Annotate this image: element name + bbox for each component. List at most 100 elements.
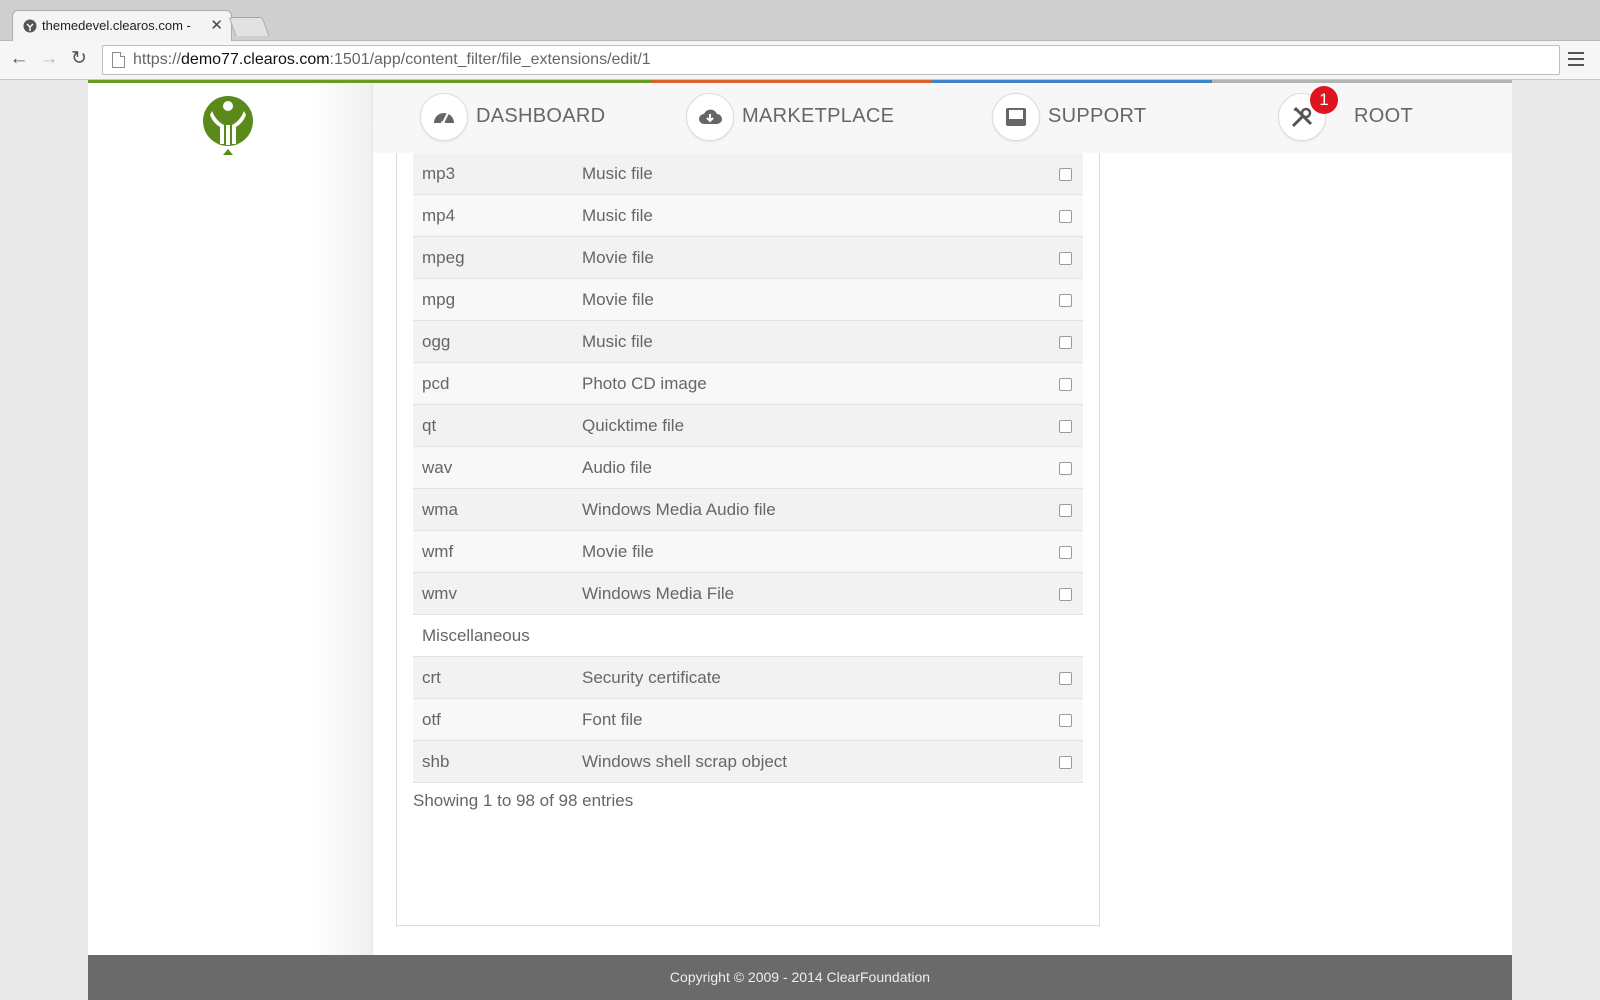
browser-tab[interactable]: themedevel.clearos.com - ✕ [12, 10, 232, 41]
category-label: Miscellaneous [413, 614, 1083, 657]
nav-root-label: ROOT [1354, 105, 1413, 127]
browser-menu-icon[interactable] [1568, 52, 1584, 66]
clearos-favicon-icon [23, 19, 37, 33]
description-cell: Music file [582, 153, 1047, 195]
select-cell [1047, 572, 1083, 615]
top-navigation: DASHBOARD MARKETPLACE SUPPORT 1 ROOT [373, 83, 1512, 153]
extension-cell: wma [413, 488, 582, 531]
extension-checkbox[interactable] [1058, 713, 1072, 727]
extension-cell: mpg [413, 278, 582, 321]
extension-checkbox[interactable] [1058, 503, 1072, 517]
sidebar [88, 83, 373, 955]
select-cell [1047, 530, 1083, 573]
table-row: wma Windows Media Audio file [413, 488, 1083, 531]
extension-cell: ogg [413, 320, 582, 363]
select-cell [1047, 236, 1083, 279]
footer: Copyright © 2009 - 2014 ClearFoundation [88, 955, 1512, 1000]
description-cell: Font file [582, 698, 1047, 741]
select-cell [1047, 153, 1083, 195]
description-cell: Quicktime file [582, 404, 1047, 447]
forward-arrow-icon[interactable]: → [38, 48, 60, 70]
table-row: mp3 Music file [413, 153, 1083, 195]
cloud-download-icon [686, 93, 734, 141]
description-cell: Photo CD image [582, 362, 1047, 405]
description-cell: Music file [582, 320, 1047, 363]
extension-cell: shb [413, 740, 582, 783]
extension-cell: wav [413, 446, 582, 489]
description-cell: Windows Media File [582, 572, 1047, 615]
description-cell: Music file [582, 194, 1047, 237]
table-info: Showing 1 to 98 of 98 entries [413, 791, 634, 810]
description-cell: Security certificate [582, 656, 1047, 699]
table-row: mpg Movie file [413, 278, 1083, 321]
clearos-logo-icon[interactable] [202, 95, 254, 159]
notification-badge[interactable]: 1 [1310, 86, 1338, 114]
select-cell [1047, 404, 1083, 447]
select-cell [1047, 488, 1083, 531]
address-url[interactable]: https://demo77.clearos.com:1501/app/cont… [133, 51, 651, 69]
new-tab-button[interactable] [228, 17, 270, 36]
select-cell [1047, 698, 1083, 741]
table-row: crt Security certificate [413, 656, 1083, 699]
extension-checkbox[interactable] [1058, 293, 1072, 307]
table-row: ogg Music file [413, 320, 1083, 363]
page: DASHBOARD MARKETPLACE SUPPORT 1 ROOT mp3… [88, 80, 1512, 955]
extension-checkbox[interactable] [1058, 167, 1072, 181]
extension-cell: qt [413, 404, 582, 447]
extension-cell: otf [413, 698, 582, 741]
extension-cell: mpeg [413, 236, 582, 279]
extension-cell: crt [413, 656, 582, 699]
extension-cell: wmv [413, 572, 582, 615]
nav-dashboard-label: DASHBOARD [476, 105, 606, 127]
select-cell [1047, 446, 1083, 489]
extension-checkbox[interactable] [1058, 587, 1072, 601]
description-cell: Movie file [582, 530, 1047, 573]
nav-marketplace-label: MARKETPLACE [742, 105, 895, 127]
file-extensions-panel: mp3 Music file mp4 Music file mpeg Movie file… [396, 153, 1100, 926]
select-cell [1047, 278, 1083, 321]
extension-checkbox[interactable] [1058, 419, 1072, 433]
extension-checkbox[interactable] [1058, 461, 1072, 475]
table-row: mp4 Music file [413, 194, 1083, 237]
description-cell: Windows Media Audio file [582, 488, 1047, 531]
extension-checkbox[interactable] [1058, 671, 1072, 685]
dashboard-gauge-icon [420, 93, 468, 141]
browser-toolbar: ← → ↻ https://demo77.clearos.com:1501/ap… [0, 41, 1600, 80]
address-bar[interactable]: https://demo77.clearos.com:1501/app/cont… [102, 45, 1560, 75]
extension-checkbox[interactable] [1058, 545, 1072, 559]
extension-checkbox[interactable] [1058, 377, 1072, 391]
extension-cell: mp3 [413, 153, 582, 195]
extension-checkbox[interactable] [1058, 755, 1072, 769]
table-row: wmv Windows Media File [413, 572, 1083, 615]
select-cell [1047, 320, 1083, 363]
description-cell: Windows shell scrap object [582, 740, 1047, 783]
tab-title: themedevel.clearos.com - [42, 18, 191, 33]
inbox-tray-icon [992, 93, 1040, 141]
reload-icon[interactable]: ↻ [68, 48, 90, 70]
extension-cell: pcd [413, 362, 582, 405]
select-cell [1047, 656, 1083, 699]
browser-tabstrip: themedevel.clearos.com - ✕ [0, 0, 1600, 41]
tab-close-icon[interactable]: ✕ [210, 16, 223, 34]
select-cell [1047, 362, 1083, 405]
table-row: qt Quicktime file [413, 404, 1083, 447]
nav-support-label: SUPPORT [1048, 105, 1147, 127]
select-cell [1047, 194, 1083, 237]
page-icon [112, 52, 125, 68]
extension-cell: mp4 [413, 194, 582, 237]
table-row: wmf Movie file [413, 530, 1083, 573]
extension-checkbox[interactable] [1058, 335, 1072, 349]
back-arrow-icon[interactable]: ← [8, 48, 30, 70]
description-cell: Movie file [582, 236, 1047, 279]
extension-checkbox[interactable] [1058, 209, 1072, 223]
description-cell: Movie file [582, 278, 1047, 321]
extension-cell: wmf [413, 530, 582, 573]
table-row: otf Font file [413, 698, 1083, 741]
select-cell [1047, 740, 1083, 783]
table-row: mpeg Movie file [413, 236, 1083, 279]
table-row: pcd Photo CD image [413, 362, 1083, 405]
extension-checkbox[interactable] [1058, 251, 1072, 265]
table-row: shb Windows shell scrap object [413, 740, 1083, 783]
file-extensions-table: mp3 Music file mp4 Music file mpeg Movie file… [413, 153, 1083, 783]
table-row: wav Audio file [413, 446, 1083, 489]
